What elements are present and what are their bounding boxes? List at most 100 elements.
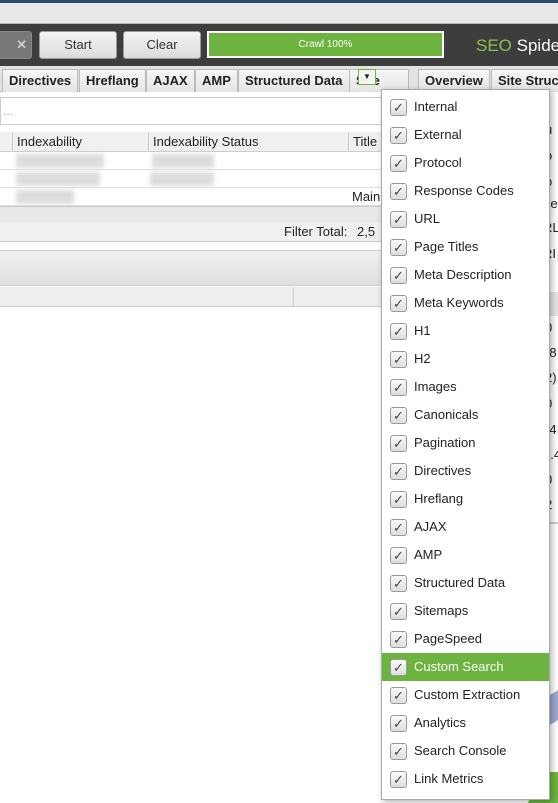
tab-directives[interactable]: Directives (2, 69, 79, 92)
menu-item-label: Search Console (414, 743, 507, 758)
checkbox-icon[interactable]: ✓ (390, 239, 407, 256)
menu-item-amp[interactable]: ✓ AMP (382, 541, 549, 569)
checkbox-icon[interactable]: ✓ (390, 323, 407, 340)
search-input[interactable]: ... (0, 97, 410, 125)
menu-item-analytics[interactable]: ✓ Analytics (382, 709, 549, 737)
horizontal-scrollbar[interactable] (0, 206, 414, 222)
menu-item-label: Hreflang (414, 491, 464, 506)
menu-item-sitemaps[interactable]: ✓ Sitemaps (382, 597, 549, 625)
url-input[interactable]: ✕ (0, 31, 32, 59)
menu-item-external[interactable]: ✓ External (382, 121, 549, 149)
checkbox-icon[interactable]: ✓ (390, 519, 407, 536)
tab-hreflang[interactable]: Hreflang (79, 69, 146, 92)
clear-button[interactable]: Clear (123, 31, 201, 59)
menu-item-images[interactable]: ✓ Images (382, 373, 549, 401)
checkbox-icon[interactable]: ✓ (390, 603, 407, 620)
checkbox-icon[interactable]: ✓ (390, 155, 407, 172)
checkbox-icon[interactable]: ✓ (390, 463, 407, 480)
checkbox-icon[interactable]: ✓ (390, 715, 407, 732)
tab-structured-data[interactable]: Structured Data (238, 69, 350, 92)
column-header-indexability[interactable]: Indexability (13, 132, 149, 152)
filter-total-value: 2,5 (357, 224, 376, 239)
menu-item-label: Structured Data (414, 575, 506, 590)
title-strip (0, 3, 558, 24)
menu-item-label: Link Metrics (414, 771, 484, 786)
checkbox-icon[interactable]: ✓ (390, 659, 407, 676)
x-icon[interactable]: ✕ (16, 37, 27, 53)
menu-item-url[interactable]: ✓ URL (382, 205, 549, 233)
title-cell: Main (352, 189, 381, 204)
toolbar: ✕ Start Clear Crawl 100% SEO Spider (0, 24, 558, 66)
checkbox-icon[interactable]: ✓ (390, 575, 407, 592)
checkbox-icon[interactable]: ✓ (390, 547, 407, 564)
column-header-indexability-status[interactable]: Indexability Status (149, 132, 349, 152)
menu-item-label: Page Titles (414, 239, 479, 254)
checkbox-icon[interactable]: ✓ (390, 267, 407, 284)
tab-visibility-menu: ✓ Internal ✓ External ✓ Protocol ✓ Response Cod… (381, 89, 550, 800)
menu-item-label: Response Codes (414, 183, 514, 198)
menu-item-pagination[interactable]: ✓ Pagination (382, 429, 549, 457)
menu-item-label: Directives (414, 463, 472, 478)
table-row[interactable]: Main (0, 188, 414, 206)
menu-item-protocol[interactable]: ✓ Protocol (382, 149, 549, 177)
tab-amp[interactable]: AMP (195, 69, 238, 92)
bottom-toolbar (0, 250, 414, 286)
menu-item-directives[interactable]: ✓ Directives (382, 457, 549, 485)
table-row[interactable] (0, 170, 414, 188)
checkbox-icon[interactable]: ✓ (390, 379, 407, 396)
menu-item-label: Custom Search (414, 659, 504, 674)
menu-item-label: Sitemaps (414, 603, 469, 618)
checkbox-icon[interactable]: ✓ (390, 631, 407, 648)
menu-item-label: H1 (414, 323, 431, 338)
menu-item-meta-description[interactable]: ✓ Meta Description (382, 261, 549, 289)
checkbox-icon[interactable]: ✓ (390, 491, 407, 508)
checkbox-icon[interactable]: ✓ (390, 771, 407, 788)
menu-item-label: Pagination (414, 435, 476, 450)
checkbox-icon[interactable]: ✓ (390, 351, 407, 368)
menu-item-page-titles[interactable]: ✓ Page Titles (382, 233, 549, 261)
menu-item-label: Analytics (414, 715, 467, 730)
menu-item-label: Custom Extraction (414, 687, 521, 702)
bottom-table-header (0, 287, 414, 307)
filter-total-label: Filter Total: (284, 224, 348, 239)
checkbox-icon[interactable]: ✓ (390, 295, 407, 312)
menu-item-link-metrics[interactable]: ✓ Link Metrics (382, 765, 549, 793)
menu-item-label: Canonicals (414, 407, 479, 422)
checkbox-icon[interactable]: ✓ (390, 687, 407, 704)
checkbox-icon[interactable]: ✓ (390, 183, 407, 200)
menu-item-custom-extraction[interactable]: ✓ Custom Extraction (382, 681, 549, 709)
menu-item-label: Protocol (414, 155, 462, 170)
menu-item-hreflang[interactable]: ✓ Hreflang (382, 485, 549, 513)
menu-item-search-console[interactable]: ✓ Search Console (382, 737, 549, 765)
brand-seo: SEO (476, 36, 512, 55)
menu-item-h1[interactable]: ✓ H1 (382, 317, 549, 345)
menu-item-meta-keywords[interactable]: ✓ Meta Keywords (382, 289, 549, 317)
checkbox-icon[interactable]: ✓ (390, 407, 407, 424)
column-header[interactable] (0, 132, 13, 152)
menu-item-canonicals[interactable]: ✓ Canonicals (382, 401, 549, 429)
tab-ajax[interactable]: AJAX (146, 69, 195, 92)
menu-item-ajax[interactable]: ✓ AJAX (382, 513, 549, 541)
menu-item-label: Meta Description (414, 267, 512, 282)
crawl-progress-bar: Crawl 100% (207, 31, 444, 58)
checkbox-icon[interactable]: ✓ (390, 99, 407, 116)
menu-item-label: H2 (414, 351, 431, 366)
menu-item-custom-search[interactable]: ✓ Custom Search (382, 653, 549, 681)
menu-item-label: URL (414, 211, 441, 226)
menu-item-label: PageSpeed (414, 631, 482, 646)
filter-total: Filter Total: 2,5 (0, 222, 414, 242)
table-row[interactable] (0, 152, 414, 170)
chevron-down-icon[interactable]: ▼ (358, 69, 376, 85)
menu-item-structured-data[interactable]: ✓ Structured Data (382, 569, 549, 597)
checkbox-icon[interactable]: ✓ (390, 743, 407, 760)
checkbox-icon[interactable]: ✓ (390, 435, 407, 452)
menu-item-internal[interactable]: ✓ Internal (382, 93, 549, 121)
menu-item-h2[interactable]: ✓ H2 (382, 345, 549, 373)
menu-item-pagespeed[interactable]: ✓ PageSpeed (382, 625, 549, 653)
checkbox-icon[interactable]: ✓ (390, 127, 407, 144)
brand-spider: Spider (516, 36, 558, 55)
menu-item-label: External (414, 127, 462, 142)
checkbox-icon[interactable]: ✓ (390, 211, 407, 228)
menu-item-response-codes[interactable]: ✓ Response Codes (382, 177, 549, 205)
start-button[interactable]: Start (39, 31, 117, 59)
